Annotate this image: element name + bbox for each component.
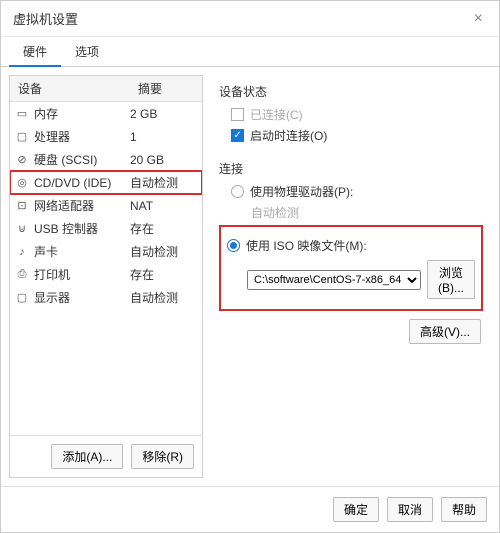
use-iso-label: 使用 ISO 映像文件(M):: [246, 237, 367, 254]
list-header: 设备 摘要: [10, 76, 202, 102]
titlebar: 虚拟机设置 ×: [1, 1, 499, 37]
cancel-button[interactable]: 取消: [387, 497, 433, 522]
device-status-label: 设备状态: [219, 83, 483, 100]
device-summary: 自动检测: [130, 174, 202, 191]
device-name: CD/DVD (IDE): [34, 176, 130, 190]
table-row[interactable]: ⊍ USB 控制器 存在: [10, 217, 202, 240]
device-name: 网络适配器: [34, 197, 130, 214]
connect-at-power-on-row[interactable]: ✓ 启动时连接(O): [231, 127, 483, 144]
device-summary: 20 GB: [130, 153, 202, 167]
radio-icon: [227, 239, 240, 252]
device-list: 设备 摘要 ▭ 内存 2 GB ▢ 处理器 1 ⊘ 硬盘 (SCSI) 20 G…: [10, 76, 202, 435]
disk-icon: ⊘: [14, 153, 30, 166]
table-row[interactable]: ⎙ 打印机 存在: [10, 263, 202, 286]
device-summary: 自动检测: [130, 243, 202, 260]
tab-hardware[interactable]: 硬件: [9, 37, 61, 66]
col-device: 设备: [10, 76, 130, 101]
radio-icon: [231, 185, 244, 198]
checkbox-icon: [231, 108, 244, 121]
physical-drive-value: 自动检测: [251, 204, 483, 221]
iso-group: 使用 ISO 映像文件(M): C:\software\CentOS-7-x86…: [219, 225, 483, 311]
col-summary: 摘要: [130, 76, 202, 101]
use-iso-radio-row[interactable]: 使用 ISO 映像文件(M):: [227, 237, 475, 254]
printer-icon: ⎙: [14, 268, 30, 281]
device-summary: 2 GB: [130, 107, 202, 121]
device-panel: 设备 摘要 ▭ 内存 2 GB ▢ 处理器 1 ⊘ 硬盘 (SCSI) 20 G…: [9, 75, 203, 478]
remove-button[interactable]: 移除(R): [131, 444, 194, 469]
table-row[interactable]: ▢ 显示器 自动检测: [10, 286, 202, 309]
device-name: 内存: [34, 105, 130, 122]
device-name: 处理器: [34, 128, 130, 145]
dialog-footer: 确定 取消 帮助: [1, 486, 499, 532]
cpu-icon: ▢: [14, 130, 30, 143]
use-physical-radio-row[interactable]: 使用物理驱动器(P):: [231, 183, 483, 200]
connection-label: 连接: [219, 160, 483, 177]
device-name: 显示器: [34, 289, 130, 306]
settings-panel: 设备状态 已连接(C) ✓ 启动时连接(O) 连接 使用物理驱动器(P): 自动…: [211, 75, 491, 478]
help-button[interactable]: 帮助: [441, 497, 487, 522]
window-title: 虚拟机设置: [13, 9, 78, 28]
device-summary: NAT: [130, 199, 202, 213]
cd-icon: ◎: [14, 176, 30, 189]
tab-bar: 硬件 选项: [1, 37, 499, 67]
device-name: 声卡: [34, 243, 130, 260]
memory-icon: ▭: [14, 107, 30, 120]
table-row[interactable]: ⊡ 网络适配器 NAT: [10, 194, 202, 217]
table-row[interactable]: ▭ 内存 2 GB: [10, 102, 202, 125]
connected-label: 已连接(C): [250, 106, 303, 123]
tab-options[interactable]: 选项: [61, 37, 113, 66]
add-button[interactable]: 添加(A)...: [51, 444, 123, 469]
network-icon: ⊡: [14, 199, 30, 212]
sound-icon: ♪: [14, 246, 30, 258]
connect-at-power-on-label: 启动时连接(O): [250, 127, 327, 144]
device-name: USB 控制器: [34, 220, 130, 237]
device-name: 硬盘 (SCSI): [34, 151, 130, 168]
usb-icon: ⊍: [14, 222, 30, 235]
ok-button[interactable]: 确定: [333, 497, 379, 522]
display-icon: ▢: [14, 291, 30, 304]
device-summary: 自动检测: [130, 289, 202, 306]
iso-path-select[interactable]: C:\software\CentOS-7-x86_64: [247, 270, 421, 290]
checkbox-icon: ✓: [231, 129, 244, 142]
device-summary: 存在: [130, 220, 202, 237]
use-physical-label: 使用物理驱动器(P):: [250, 183, 353, 200]
browse-button[interactable]: 浏览(B)...: [427, 260, 475, 299]
device-summary: 1: [130, 130, 202, 144]
table-row[interactable]: ⊘ 硬盘 (SCSI) 20 GB: [10, 148, 202, 171]
table-row[interactable]: ♪ 声卡 自动检测: [10, 240, 202, 263]
table-row[interactable]: ▢ 处理器 1: [10, 125, 202, 148]
advanced-button[interactable]: 高级(V)...: [409, 319, 481, 344]
device-summary: 存在: [130, 266, 202, 283]
device-name: 打印机: [34, 266, 130, 283]
connected-checkbox-row: 已连接(C): [231, 106, 483, 123]
table-row[interactable]: ◎ CD/DVD (IDE) 自动检测: [10, 171, 202, 194]
close-icon[interactable]: ×: [470, 10, 487, 28]
